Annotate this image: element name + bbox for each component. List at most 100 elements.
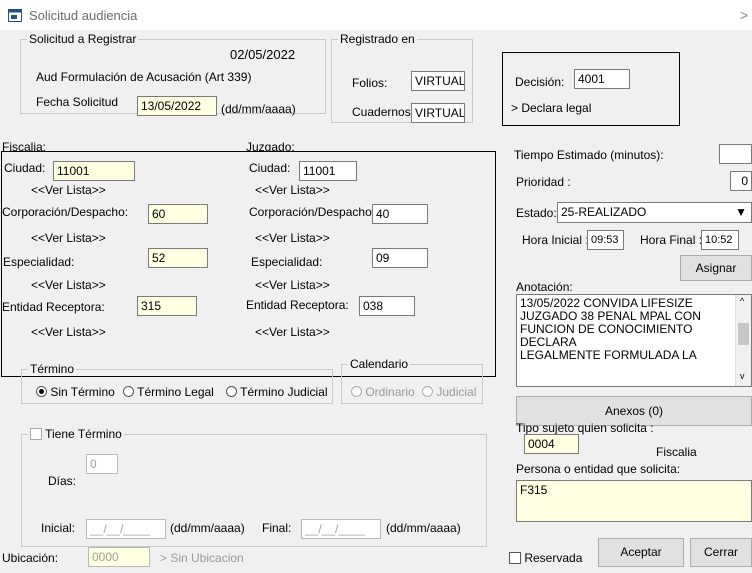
aceptar-button[interactable]: Aceptar: [598, 538, 684, 567]
anotacion-line: LEGALMENTE FORMULADA LA: [520, 348, 697, 362]
fiscalia-ent-label: Entidad Receptora:: [2, 300, 105, 314]
juzgado-ciudad-input[interactable]: 11001: [299, 161, 357, 181]
dialog-body: Solicitud a Registrar 02/05/2022 Aud For…: [0, 30, 752, 573]
juzgado-ent-input[interactable]: 038: [359, 296, 415, 316]
persona-textarea[interactable]: F315: [516, 480, 752, 522]
folios-label: Folios:: [352, 76, 388, 90]
fiscalia-corp-label: Corporación/Despacho:: [2, 205, 129, 219]
tipo-sujeto-desc: Fiscalia: [656, 445, 697, 459]
checkbox-icon[interactable]: [509, 552, 521, 564]
fiscalia-ver-lista-1[interactable]: <<Ver Lista>>: [31, 183, 106, 197]
estado-select[interactable]: 25-REALIZADO ▼: [557, 202, 752, 223]
fiscalia-ver-lista-3[interactable]: <<Ver Lista>>: [31, 278, 106, 292]
hora-final-input[interactable]: 10:52: [701, 230, 739, 250]
solicitud-type: Aud Formulación de Acusación (Art 339): [36, 70, 252, 84]
termino-judicial-label: Término Judicial: [240, 385, 328, 399]
reservada-label: Reservada: [524, 551, 583, 565]
fecha-solicitud-label: Fecha Solicitud: [36, 95, 119, 109]
termino-judicial-radio[interactable]: Término Judicial: [226, 385, 328, 399]
juzgado-esp-input[interactable]: 09: [372, 248, 428, 268]
fiscalia-corp-input[interactable]: 60: [148, 204, 208, 224]
hora-inicial-label: Hora Inicial :: [522, 233, 589, 247]
cerrar-button[interactable]: Cerrar: [690, 538, 752, 567]
asignar-button[interactable]: Asignar: [680, 255, 752, 281]
radio-icon[interactable]: [351, 386, 362, 397]
decision-desc: > Declara legal: [511, 101, 592, 115]
final-format-label: (dd/mm/aaaa): [386, 521, 461, 535]
final-label: Final:: [262, 521, 292, 535]
anotacion-textarea[interactable]: 13/05/2022 CONVIDA LIFESIZE JUZGADO 38 P…: [516, 294, 752, 387]
dias-input[interactable]: 0: [86, 454, 118, 474]
hora-inicial-input[interactable]: 09:53: [587, 230, 624, 250]
reservada-checkbox[interactable]: Reservada: [509, 551, 582, 565]
radio-icon[interactable]: [422, 386, 433, 397]
ordinario-radio[interactable]: Ordinario: [351, 385, 415, 399]
fiscalia-ciudad-label: Ciudad:: [4, 161, 46, 175]
anotacion-line: FUNCION DE CONOCIMIENTO DECLARA: [520, 322, 693, 349]
folios-input[interactable]: VIRTUAL: [411, 71, 465, 91]
fecha-format-label: (dd/mm/aaaa): [221, 102, 296, 116]
termino-legend: Término: [30, 362, 75, 376]
ordinario-label: Ordinario: [365, 385, 415, 399]
decision-input[interactable]: 4001: [574, 69, 630, 89]
ubicacion-desc: > Sin Ubicacion: [160, 551, 244, 565]
estado-value: 25-REALIZADO: [561, 205, 647, 219]
anotacion-label: Anotación:: [516, 280, 573, 294]
radio-icon[interactable]: [226, 386, 237, 397]
fiscalia-ver-lista-4[interactable]: <<Ver Lista>>: [31, 325, 106, 339]
fiscalia-esp-label: Especialidad:: [3, 255, 75, 269]
cuadernos-input[interactable]: VIRTUAL: [411, 103, 465, 123]
inicial-input[interactable]: __/__/____: [86, 519, 166, 539]
scroll-down-icon[interactable]: v: [740, 370, 745, 383]
tiene-termino-legend[interactable]: Tiene Término: [28, 427, 124, 441]
juzgado-ver-lista-3[interactable]: <<Ver Lista>>: [255, 278, 330, 292]
prioridad-label: Prioridad :: [516, 175, 571, 189]
juzgado-corp-input[interactable]: 40: [372, 204, 428, 224]
judicial-radio[interactable]: Judicial: [422, 385, 476, 399]
ubicacion-input[interactable]: 0000: [88, 547, 150, 567]
inicial-format-label: (dd/mm/aaaa): [170, 521, 245, 535]
juzgado-ciudad-label: Ciudad:: [249, 161, 291, 175]
window-title: Solicitud audiencia: [29, 8, 138, 23]
checkbox-icon[interactable]: [30, 428, 42, 440]
juzgado-ent-label: Entidad Receptora:: [246, 298, 349, 312]
registrado-legend: Registrado en: [340, 32, 415, 46]
radio-selected-icon[interactable]: [36, 386, 47, 397]
solicitud-date: 02/05/2022: [230, 47, 296, 62]
radio-icon[interactable]: [123, 386, 134, 397]
solicitud-legend: Solicitud a Registrar: [29, 32, 137, 46]
juzgado-ver-lista-2[interactable]: <<Ver Lista>>: [255, 231, 330, 245]
fiscalia-ent-input[interactable]: 315: [137, 296, 197, 316]
tiempo-estimado-label: Tiempo Estimado (minutos):: [514, 148, 664, 162]
window-icon: [8, 9, 22, 22]
juzgado-corp-label: Corporación/Despacho:: [249, 205, 376, 219]
termino-legal-radio[interactable]: Término Legal: [123, 385, 214, 399]
juzgado-ver-lista-4[interactable]: <<Ver Lista>>: [255, 325, 330, 339]
calendario-legend: Calendario: [350, 357, 409, 371]
anotacion-scrollbar[interactable]: ^ v: [735, 295, 751, 386]
persona-label: Persona o entidad que solicita:: [516, 462, 681, 476]
scroll-up-icon[interactable]: ^: [740, 295, 744, 308]
fecha-solicitud-input[interactable]: 13/05/2022: [137, 96, 217, 116]
tiempo-estimado-input[interactable]: [719, 144, 752, 164]
ubicacion-label: Ubicación:: [2, 551, 59, 565]
scrollbar-thumb[interactable]: [738, 323, 749, 345]
inicial-label: Inicial:: [41, 521, 76, 535]
sin-termino-radio[interactable]: Sin Término: [36, 385, 115, 399]
chevron-down-icon[interactable]: ▼: [735, 205, 747, 219]
hora-final-label: Hora Final :: [640, 233, 703, 247]
fiscalia-esp-input[interactable]: 52: [148, 248, 208, 268]
tipo-sujeto-input[interactable]: 0004: [524, 434, 579, 454]
termino-legal-label: Término Legal: [137, 385, 214, 399]
dias-label: Días:: [48, 474, 77, 488]
prioridad-input[interactable]: 0: [730, 171, 752, 191]
juzgado-ver-lista-1[interactable]: <<Ver Lista>>: [255, 183, 330, 197]
title-bar: Solicitud audiencia >: [0, 0, 752, 30]
fiscalia-ver-lista-2[interactable]: <<Ver Lista>>: [31, 231, 106, 245]
fiscalia-ciudad-input[interactable]: 11001: [53, 161, 135, 181]
final-input[interactable]: __/__/____: [301, 519, 381, 539]
estado-label: Estado:: [516, 206, 557, 220]
cuadernos-label: Cuadernos:: [352, 105, 415, 119]
close-icon[interactable]: >: [740, 7, 748, 23]
judicial-label: Judicial: [436, 385, 477, 399]
